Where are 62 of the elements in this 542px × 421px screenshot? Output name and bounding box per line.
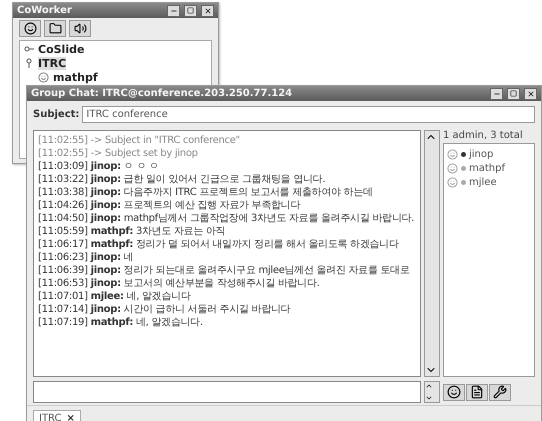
window-title: CoWorker [17, 5, 73, 16]
folder-icon [48, 22, 62, 35]
tree-item[interactable]: CoSlide [38, 42, 84, 56]
window-title: Group Chat: ITRC@conference.203.250.77.124 [31, 88, 294, 99]
chat-message: [11:03:38] jinop: 다음주까지 ITRC 프로젝트의 보고서를 제출하여야 하는데 [38, 186, 374, 199]
document-button[interactable] [466, 384, 488, 400]
system-message: [11:02:55] -> Subject set by jinop [38, 147, 199, 160]
message-input[interactable] [33, 381, 421, 403]
input-spinner[interactable] [424, 381, 440, 403]
chat-message: [11:04:50] jinop: mathpf님께서 그룹작업장에 3차년도 자료를 올려주시길 바랍니다. [38, 212, 416, 225]
minimize-button[interactable] [167, 4, 180, 16]
chat-message: [11:07:01] mjlee: 네, 알겠습니다 [38, 290, 192, 303]
speaker-icon [74, 22, 86, 35]
scroll-down-icon[interactable] [425, 394, 433, 402]
chat-message: [11:06:23] jinop: 네 [38, 251, 134, 264]
occupant-name[interactable]: mathpf [469, 162, 505, 174]
wrench-icon [493, 385, 507, 399]
minimize-button[interactable] [490, 88, 503, 100]
occupant-name[interactable]: mjlee [469, 176, 497, 188]
speaker-button[interactable] [69, 20, 91, 37]
close-button[interactable] [524, 88, 537, 100]
smiley-button[interactable] [443, 384, 465, 400]
scroll-up-icon[interactable] [425, 382, 433, 390]
scrollbar[interactable] [424, 130, 440, 377]
chat-tab[interactable]: ITRC × [33, 410, 81, 421]
close-button[interactable] [201, 4, 214, 16]
smiley-icon [447, 148, 458, 160]
wrench-button[interactable] [489, 384, 511, 400]
chat-message: [11:06:39] jinop: 정리가 되는대로 올려주시구요 mjlee님께선 올려진 자료를 토대로 [38, 264, 411, 277]
smiley-icon [24, 22, 36, 35]
folder-button[interactable] [44, 20, 66, 37]
maximize-button[interactable] [507, 88, 520, 100]
smiley-button[interactable] [19, 20, 41, 37]
chat-message: [11:06:17] mathpf: 정리가 덜 되어서 내일까지 정리를 해서 올리도록 하겠습니다 [38, 238, 400, 251]
smiley-icon [38, 72, 49, 82]
tab-close-button[interactable]: × [66, 413, 75, 421]
chat-message: [11:06:53] jinop: 보고서의 예산부분을 작성해주시길 바랍니다. [38, 277, 321, 290]
maximize-button[interactable] [184, 4, 197, 16]
chat-message: [11:07:14] jinop: 시간이 급하니 서둘러 주시길 바랍니다 [38, 303, 292, 316]
tree-toggle-icon[interactable] [24, 58, 34, 68]
tree-toggle-icon[interactable] [24, 44, 34, 54]
document-icon [470, 385, 484, 399]
maximize-icon [187, 7, 194, 14]
tree-item[interactable]: ITRC [38, 56, 66, 70]
occupant-name[interactable]: jinop [469, 148, 494, 160]
chat-message: [11:07:19] mathpf: 네, 알겠습니다. [38, 316, 204, 329]
smiley-icon [447, 176, 458, 188]
smiley-icon [447, 162, 458, 174]
close-icon [204, 6, 212, 14]
tree-item[interactable]: mathpf [53, 70, 98, 84]
system-message: [11:02:55] -> Subject in "ITRC conference" [38, 134, 241, 147]
chat-message: [11:05:59] mathpf: 3차년도 자료는 아직 [38, 225, 226, 238]
smiley-icon [447, 385, 461, 399]
subject-label: Subject: [33, 109, 80, 120]
tab-label: ITRC [39, 413, 62, 421]
maximize-icon [510, 90, 517, 97]
subject-field[interactable]: ITRC conference [82, 106, 535, 123]
chat-message: [11:04:26] jinop: 프로젝트의 예산 집행 자료가 부족합니다 [38, 199, 302, 212]
chat-message: [11:03:09] jinop: ㅇ ㅇ ㅇ [38, 160, 160, 173]
close-icon [526, 90, 534, 98]
chat-message: [11:03:22] jinop: 급한 일이 있어서 긴급으로 그룹채팅을 엽니다. [38, 173, 326, 186]
occupant-summary: 1 admin, 3 total [443, 130, 524, 141]
